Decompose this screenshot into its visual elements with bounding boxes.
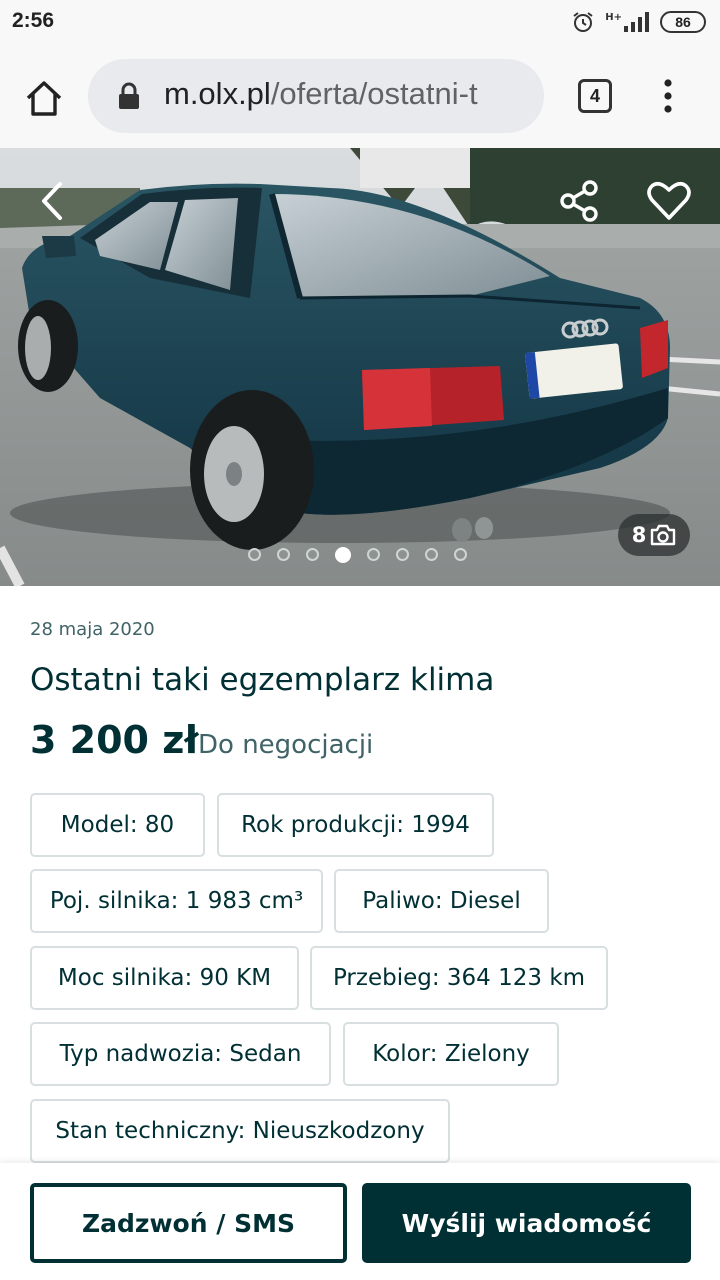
back-arrow-icon[interactable] bbox=[30, 176, 80, 226]
listing-title: Ostatni taki egzemplarz klima bbox=[30, 662, 495, 698]
negotiable-label: Do negocjacji bbox=[198, 730, 374, 760]
network-type: H+ bbox=[605, 11, 622, 23]
param-tag: Moc silnika: 90 KM bbox=[30, 946, 299, 1010]
param-tag: Stan techniczny: Nieuszkodzony bbox=[30, 1099, 450, 1163]
photo-count: 8 bbox=[631, 523, 647, 547]
param-tag: Model: 80 bbox=[30, 793, 205, 857]
gallery-dot[interactable] bbox=[367, 548, 380, 561]
action-bar: Zadzwoń / SMS Wyślij wiadomość bbox=[0, 1163, 720, 1280]
send-message-button[interactable]: Wyślij wiadomość bbox=[362, 1183, 691, 1263]
gallery-dot[interactable] bbox=[248, 548, 261, 561]
gallery-dot[interactable] bbox=[306, 548, 319, 561]
address-bar[interactable]: m.olx.pl/oferta/ostatni-t bbox=[88, 59, 544, 133]
gallery-dots bbox=[248, 547, 467, 563]
listing-date: 28 maja 2020 bbox=[30, 619, 155, 640]
param-tag: Kolor: Zielony bbox=[343, 1022, 559, 1086]
call-sms-button[interactable]: Zadzwoń / SMS bbox=[30, 1183, 347, 1263]
param-tag: Typ nadwozia: Sedan bbox=[30, 1022, 331, 1086]
car-photo bbox=[0, 148, 720, 586]
signal-icon bbox=[624, 12, 649, 32]
param-tag: Rok produkcji: 1994 bbox=[217, 793, 494, 857]
tab-switcher-button[interactable]: 4 bbox=[578, 79, 612, 113]
share-icon[interactable] bbox=[556, 176, 606, 226]
url-host: m.olx.pl bbox=[164, 76, 271, 111]
menu-dots-icon[interactable] bbox=[656, 76, 680, 116]
gallery-dot[interactable] bbox=[335, 547, 351, 563]
param-tag: Paliwo: Diesel bbox=[334, 869, 549, 933]
photo-count-badge[interactable]: 8 bbox=[618, 514, 690, 556]
heart-icon[interactable] bbox=[644, 176, 694, 226]
param-tag: Poj. silnika: 1 983 cm³ bbox=[30, 869, 323, 933]
battery-icon: 86 bbox=[660, 11, 706, 33]
gallery-dot[interactable] bbox=[396, 548, 409, 561]
listing-price: 3 200 zł bbox=[30, 718, 199, 762]
alarm-icon bbox=[573, 12, 593, 32]
gallery-dot[interactable] bbox=[425, 548, 438, 561]
photo-gallery[interactable]: 8 bbox=[0, 148, 720, 586]
status-bar: 2:56 H+ 86 bbox=[0, 0, 720, 46]
gallery-dot[interactable] bbox=[277, 548, 290, 561]
home-icon[interactable] bbox=[22, 76, 66, 120]
gallery-dot[interactable] bbox=[454, 548, 467, 561]
param-tag: Przebieg: 364 123 km bbox=[310, 946, 608, 1010]
lock-icon bbox=[119, 82, 139, 109]
status-time: 2:56 bbox=[12, 9, 55, 32]
camera-icon bbox=[651, 524, 676, 546]
status-icons: H+ 86 bbox=[571, 10, 706, 34]
url-path: /oferta/ostatni-t bbox=[270, 76, 478, 111]
browser-toolbar: m.olx.pl/oferta/ostatni-t 4 bbox=[0, 46, 720, 148]
url-text: m.olx.pl/oferta/ostatni-t bbox=[164, 76, 478, 112]
